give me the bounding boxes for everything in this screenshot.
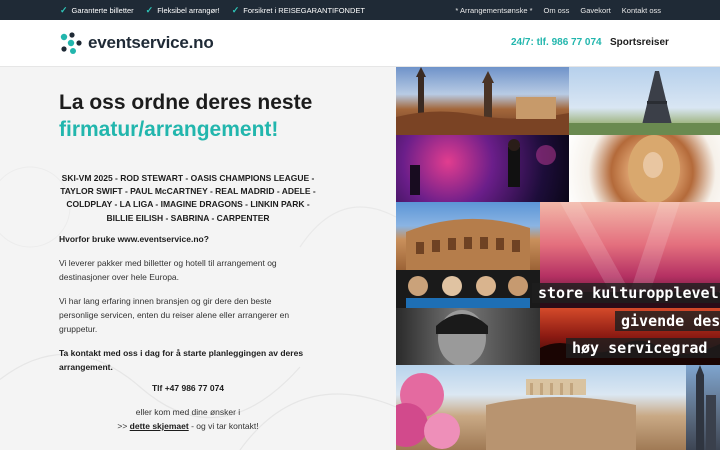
intro-paragraph: Vi leverer pakker med billetter og hotel… xyxy=(59,258,277,282)
photo-church xyxy=(686,365,720,450)
usp-label: Fleksibel arrangør! xyxy=(157,5,220,15)
form-suffix: - og vi tar kontakt! xyxy=(188,421,259,431)
phone-link[interactable]: 24/7: tlf. 986 77 074 xyxy=(511,37,602,48)
why-heading: Hvorfor bruke www.eventservice.no? xyxy=(59,234,209,244)
check-icon: ✓ xyxy=(145,4,154,15)
photo-prague xyxy=(396,67,569,135)
usp-item: ✓ Forsikret i REISEGARANTIFONDET xyxy=(232,5,365,16)
phone-number[interactable]: Tlf +47 986 77 074 xyxy=(59,383,317,393)
page-title: La oss ordne deres neste firmatur/arrang… xyxy=(59,89,389,143)
hero-content: La oss ordne deres neste firmatur/arrang… xyxy=(0,67,396,450)
link-arrangementsonske[interactable]: * Arrangementsønske * xyxy=(455,6,532,15)
site-header: eventservice.no 24/7: tlf. 986 77 074 Sp… xyxy=(0,20,720,67)
link-kontakt-oss[interactable]: Kontakt oss xyxy=(622,6,661,15)
banner-destinations: givende destinasjoner xyxy=(615,311,720,331)
photo-concert xyxy=(396,135,569,202)
logo-icon xyxy=(60,32,82,54)
link-om-oss[interactable]: Om oss xyxy=(544,6,570,15)
artist-list: SKI-VM 2025 - ROD STEWART - OASIS CHAMPI… xyxy=(60,173,316,223)
photo-singer xyxy=(569,135,720,202)
photo-musician xyxy=(396,308,540,365)
contact-text: Ta kontakt med oss i dag for å starte pl… xyxy=(59,348,304,372)
banner-service: høy servicegrad xyxy=(566,338,720,358)
usp-list: ✓ Garanterte billetter ✓ Fleksibel arran… xyxy=(60,5,365,16)
photo-athens xyxy=(396,365,686,450)
title-line-2: firmatur/arrangement! xyxy=(59,118,279,141)
banner-culture: store kulturopplevelser xyxy=(532,283,720,303)
sportsreiser-link[interactable]: Sportsreiser xyxy=(610,37,669,48)
image-collage: store kulturopplevelser givende destinas… xyxy=(396,67,720,450)
form-link[interactable]: dette skjemaet xyxy=(130,421,189,431)
logo-text: eventservice.no xyxy=(88,33,214,52)
photo-paris xyxy=(569,67,720,135)
top-links: * Arrangementsønske * Om oss Gavekort Ko… xyxy=(455,6,661,15)
photo-colosseum xyxy=(396,202,540,270)
usp-label: Forsikret i REISEGARANTIFONDET xyxy=(243,5,365,15)
usp-label: Garanterte billetter xyxy=(71,5,134,15)
top-bar: ✓ Garanterte billetter ✓ Fleksibel arran… xyxy=(0,0,720,20)
usp-item: ✓ Garanterte billetter xyxy=(60,5,134,16)
title-line-1: La oss ordne deres neste xyxy=(59,91,313,114)
logo[interactable]: eventservice.no xyxy=(59,31,214,55)
check-icon: ✓ xyxy=(60,4,68,15)
link-gavekort[interactable]: Gavekort xyxy=(580,6,610,15)
form-prefix: >> xyxy=(117,421,130,431)
experience-paragraph: Vi har lang erfaring innen bransjen og g… xyxy=(59,296,290,334)
usp-item: ✓ Fleksibel arrangør! xyxy=(146,5,220,16)
check-icon: ✓ xyxy=(231,4,240,15)
photo-band xyxy=(396,270,540,308)
form-intro: eller kom med dine ønsker i xyxy=(135,407,241,417)
form-line: >> dette skjemaet - og vi tar kontakt! xyxy=(59,421,317,431)
